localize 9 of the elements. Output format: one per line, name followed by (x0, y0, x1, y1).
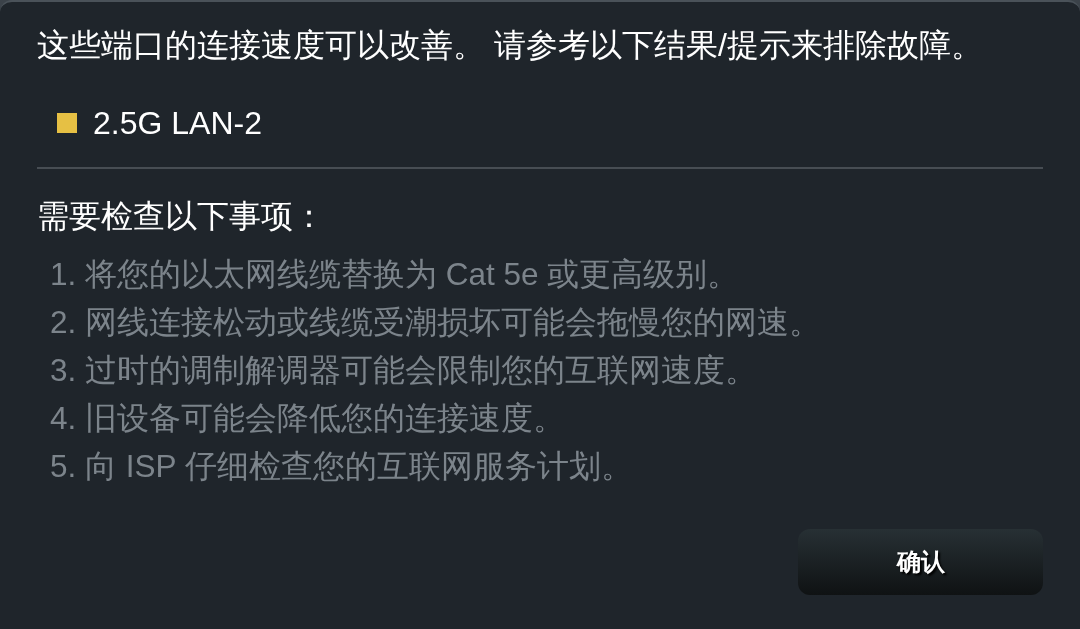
checklist-item: 1. 将您的以太网线缆替换为 Cat 5e 或更高级别。 (50, 255, 741, 294)
checklist-title: 需要检查以下事项： (37, 197, 326, 236)
checklist-item: 2. 网线连接松动或线缆受潮损坏可能会拖慢您的网速。 (50, 303, 823, 342)
checklist-item: 3. 过时的调制解调器可能会限制您的互联网速度。 (50, 351, 759, 390)
confirm-button[interactable]: 确认 (798, 529, 1043, 595)
checklist-item: 4. 旧设备可能会降低您的连接速度。 (50, 399, 567, 438)
message-text: 这些端口的连接速度可以改善。 请参考以下结果/提示来排除故障。 (37, 26, 984, 65)
checklist-item: 5. 向 ISP 仔细检查您的互联网服务计划。 (50, 447, 634, 486)
port-name: 2.5G LAN-2 (93, 104, 262, 143)
